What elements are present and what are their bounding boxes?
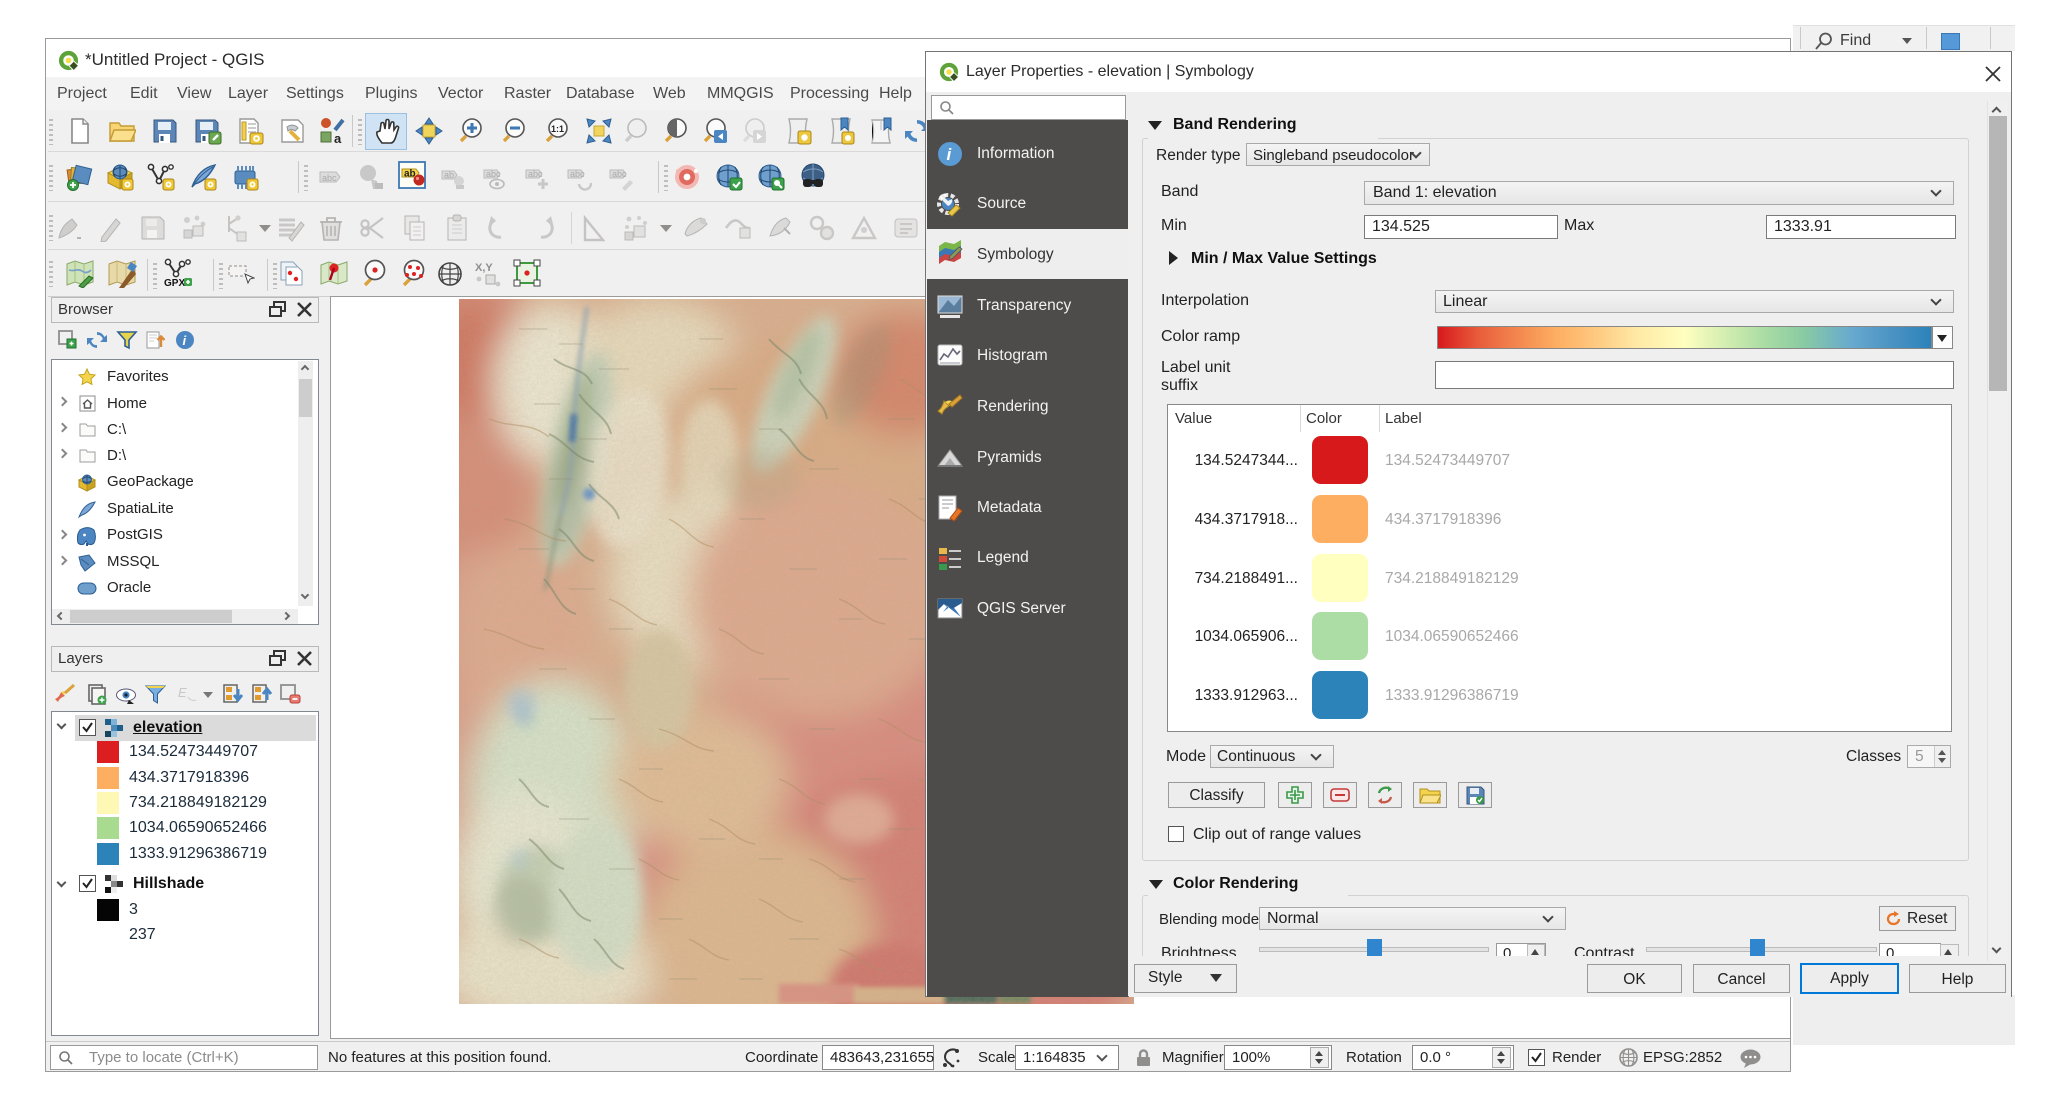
svg-text:abc: abc xyxy=(570,169,585,179)
svg-text:ab: ab xyxy=(404,169,416,180)
svg-text:Ε: Ε xyxy=(178,685,187,700)
svg-text:1:1: 1:1 xyxy=(551,124,564,134)
svg-text:i: i xyxy=(183,333,187,348)
svg-text:a: a xyxy=(334,131,342,145)
svg-text:X,Y: X,Y xyxy=(475,262,493,274)
svg-text:abc: abc xyxy=(322,173,337,183)
svg-text:GPX: GPX xyxy=(164,278,185,288)
svg-text:abc: abc xyxy=(486,169,501,179)
svg-text:abc: abc xyxy=(612,169,627,179)
svg-text:ab: ab xyxy=(444,170,454,180)
svg-text:abc: abc xyxy=(528,169,543,179)
